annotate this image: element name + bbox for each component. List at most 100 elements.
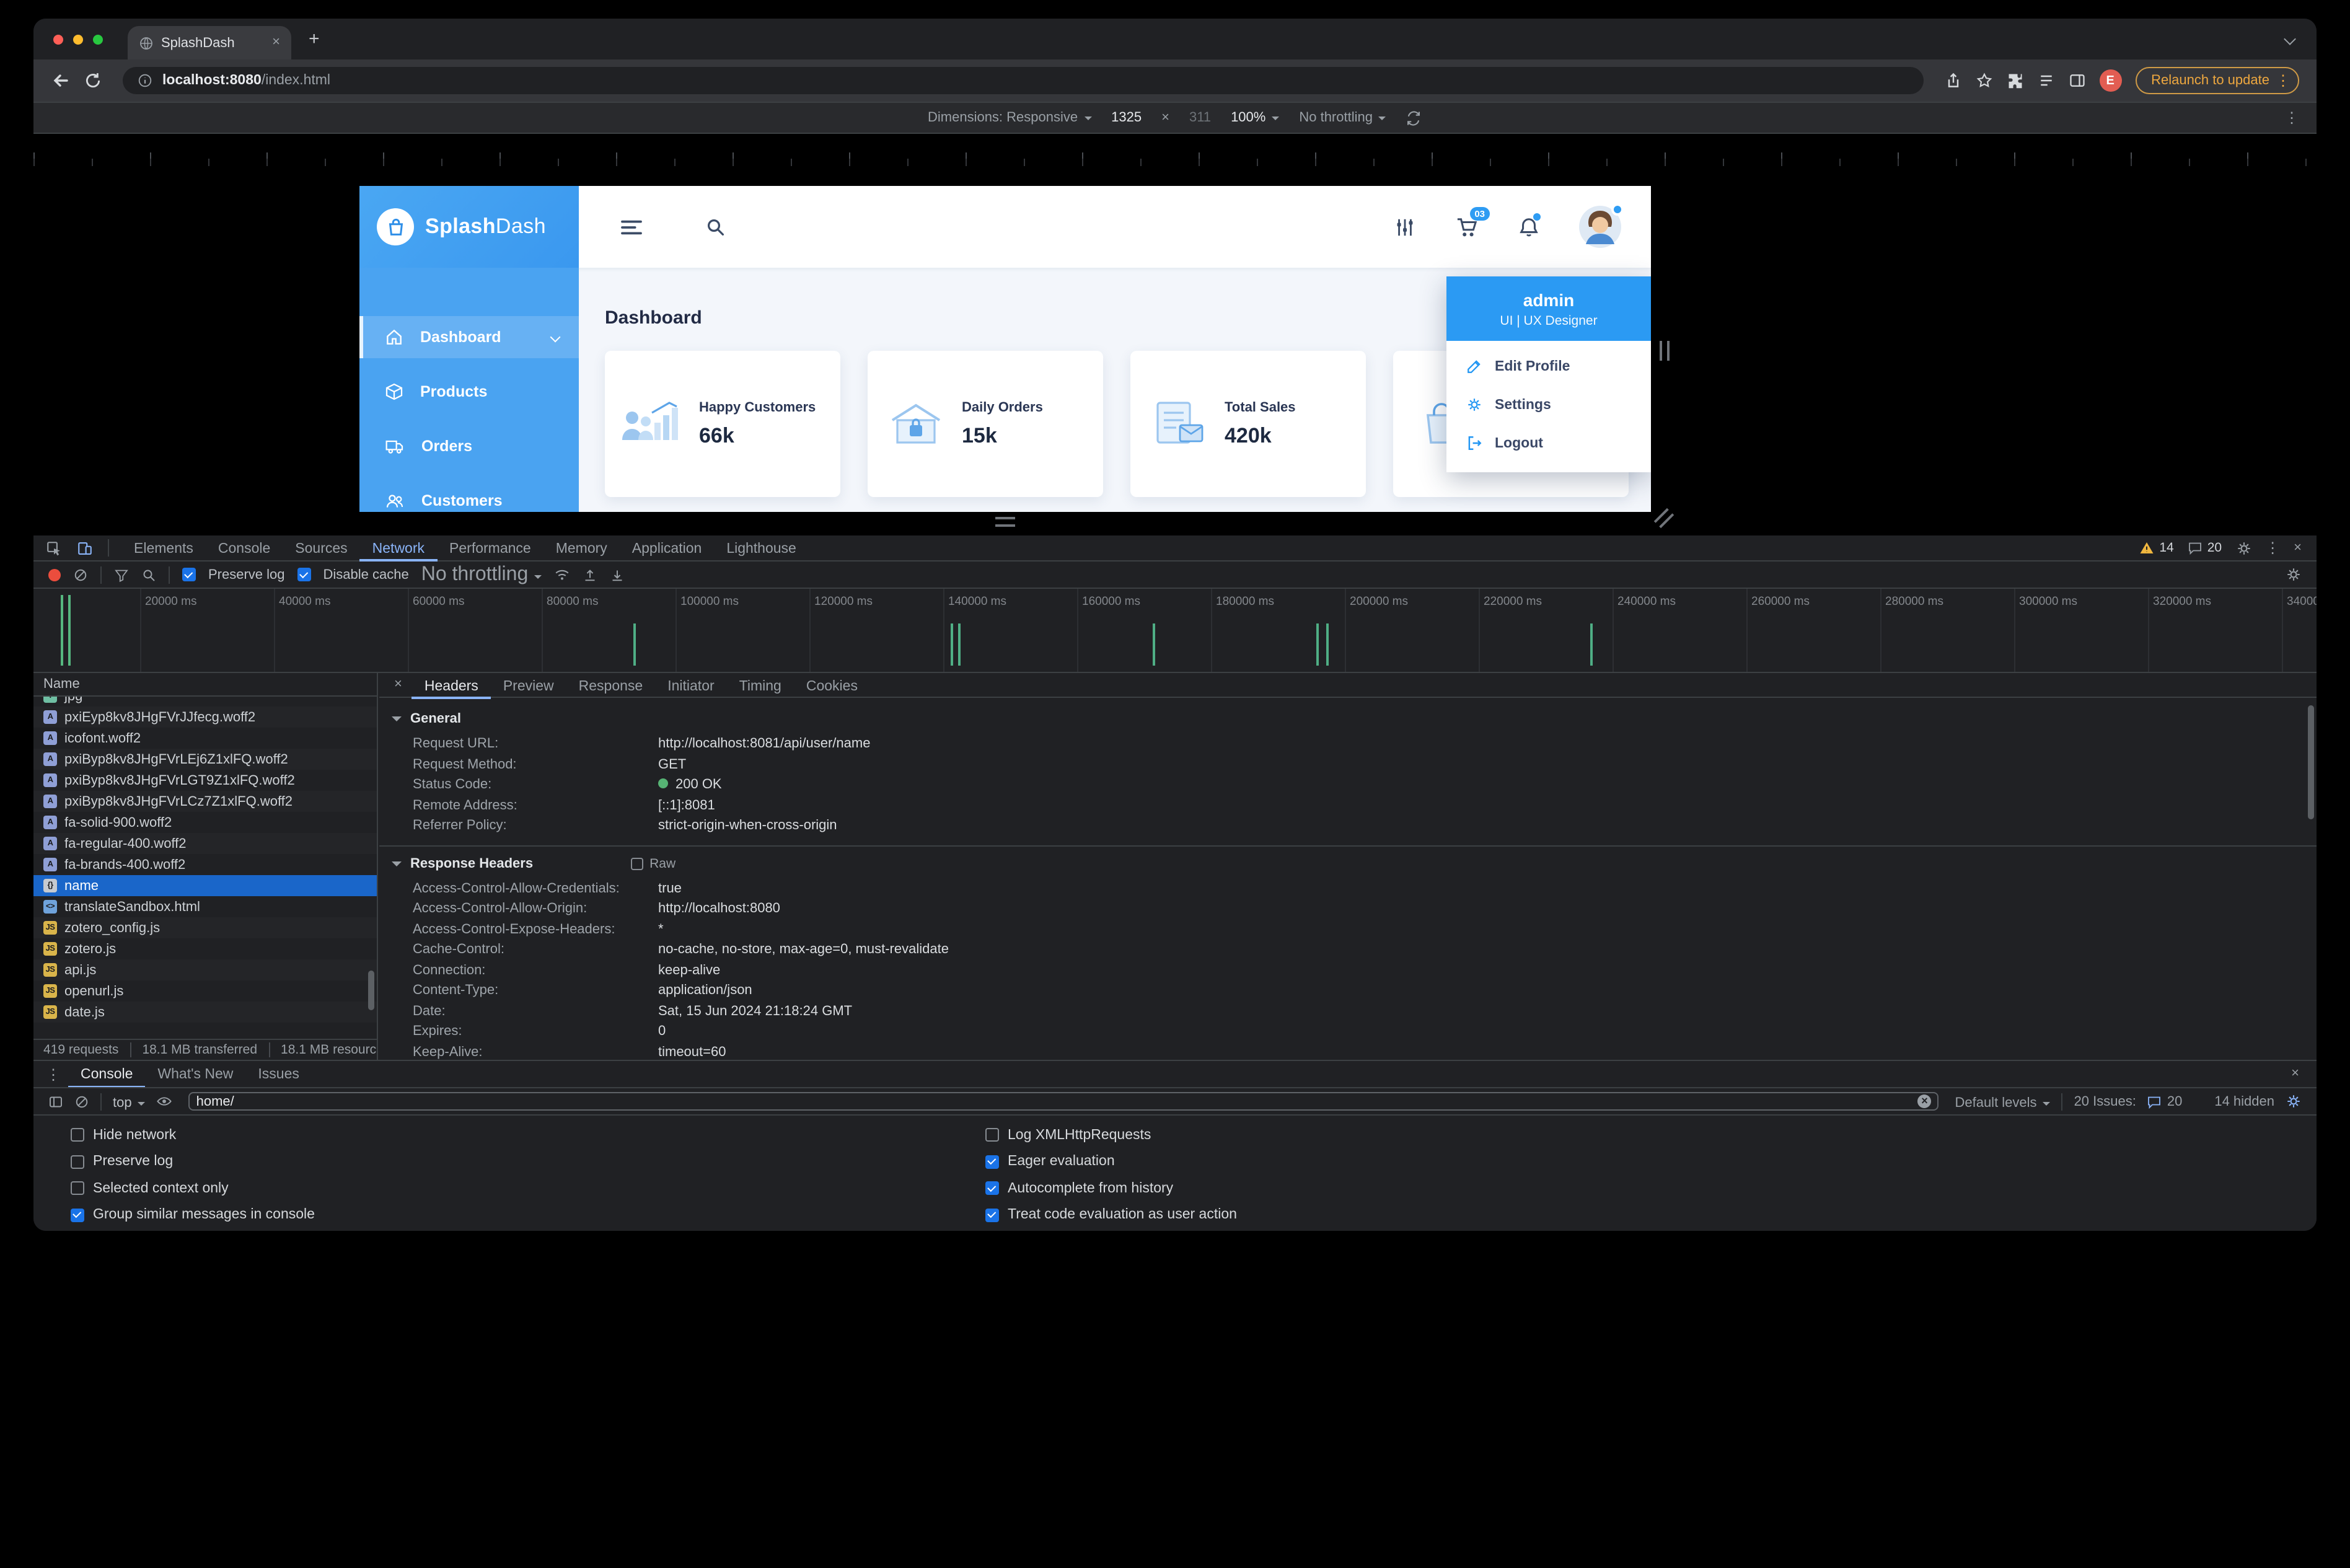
devtools-tab-application[interactable]: Application xyxy=(620,535,715,562)
messages-counter[interactable]: 20 xyxy=(2188,540,2222,555)
tab-close-icon[interactable]: × xyxy=(272,35,280,50)
new-tab-button[interactable]: + xyxy=(309,29,320,50)
preserve-log-label[interactable]: Preserve log xyxy=(208,567,285,582)
hidden-messages-label[interactable]: 14 hidden xyxy=(2214,1094,2274,1109)
reload-button[interactable] xyxy=(84,72,102,89)
checkbox-unchecked[interactable] xyxy=(71,1128,84,1142)
console-filter-input[interactable] xyxy=(196,1094,1918,1109)
browser-tab[interactable]: SplashDash × xyxy=(128,26,291,59)
viewport-width-input[interactable]: 1325 xyxy=(1111,110,1142,125)
address-bar[interactable]: localhost:8080/index.html xyxy=(123,67,1924,94)
viewport-resize-handle-right[interactable] xyxy=(1660,341,1670,361)
network-request-row[interactable]: Afa-regular-400.woff2 xyxy=(33,833,377,854)
console-setting-treat-code-evaluation-as-user-action[interactable]: Treat code evaluation as user action xyxy=(985,1202,1237,1228)
issues-label[interactable]: 20 Issues: xyxy=(2074,1094,2136,1109)
detail-tab-preview[interactable]: Preview xyxy=(491,673,566,699)
devtools-tab-memory[interactable]: Memory xyxy=(543,535,620,562)
devtools-tab-lighthouse[interactable]: Lighthouse xyxy=(714,535,809,562)
network-request-row[interactable]: Afa-solid-900.woff2 xyxy=(33,812,377,833)
viewport-resize-handle-bottom[interactable] xyxy=(995,517,1015,527)
devtools-menu-kebab-icon[interactable]: ⋮ xyxy=(2265,540,2280,555)
network-request-row[interactable]: ApxiByp8kv8JHgFVrLEj6Z1xlFQ.woff2 xyxy=(33,749,377,770)
checkbox-unchecked[interactable] xyxy=(71,1155,84,1169)
preserve-log-checkbox-checked[interactable] xyxy=(182,568,196,581)
general-section-header[interactable]: General xyxy=(379,708,2317,730)
user-menu-item-settings[interactable]: Settings xyxy=(1446,385,1651,424)
app-logo[interactable]: SplashDash xyxy=(359,186,579,268)
menu-hamburger-icon[interactable] xyxy=(620,218,643,236)
export-har-icon[interactable] xyxy=(610,567,625,582)
checkbox-checked[interactable] xyxy=(985,1155,999,1169)
clear-network-log-icon[interactable] xyxy=(73,567,88,582)
browser-menu-kebab-icon[interactable]: ⋮ xyxy=(2276,73,2291,88)
network-settings-gear-icon[interactable] xyxy=(2286,566,2302,583)
filter-funnel-icon[interactable] xyxy=(114,567,129,582)
network-request-row[interactable]: ApxiEyp8kv8JHgFVrJJfecg.woff2 xyxy=(33,707,377,728)
zoom-selector[interactable]: 100% xyxy=(1231,110,1280,125)
disable-cache-label[interactable]: Disable cache xyxy=(323,567,409,582)
record-network-log-button[interactable] xyxy=(48,568,61,581)
user-menu-item-edit-profile[interactable]: Edit Profile xyxy=(1446,347,1651,385)
notifications-bell-icon[interactable] xyxy=(1518,213,1541,237)
site-info-icon[interactable] xyxy=(138,73,152,88)
tab-search-chevron-icon[interactable] xyxy=(2284,33,2296,45)
device-toolbar-menu-kebab-icon[interactable]: ⋮ xyxy=(2284,110,2299,125)
search-icon[interactable] xyxy=(705,217,725,237)
network-request-row[interactable]: JS zotero.js xyxy=(33,938,377,959)
console-setting-log-xmlhttprequests[interactable]: Log XMLHttpRequests xyxy=(985,1122,1237,1148)
viewport-resize-handle-corner[interactable] xyxy=(1653,508,1674,529)
console-tab-issues[interactable]: Issues xyxy=(245,1061,312,1088)
sidebar-item-products[interactable]: Products xyxy=(359,371,579,413)
console-setting-preserve-log[interactable]: Preserve log xyxy=(71,1148,315,1175)
network-throttling-selector[interactable]: No throttling xyxy=(421,563,542,586)
response-headers-section-header[interactable]: Response Headers Raw xyxy=(379,852,2317,874)
devtools-tab-network[interactable]: Network xyxy=(360,535,437,562)
devtools-tab-performance[interactable]: Performance xyxy=(437,535,543,562)
clear-console-icon[interactable] xyxy=(74,1094,89,1109)
devtools-settings-gear-icon[interactable] xyxy=(2235,540,2251,556)
console-tab-what-s-new[interactable]: What's New xyxy=(145,1061,245,1088)
devtools-close-icon[interactable]: × xyxy=(2294,540,2302,555)
detail-scrollbar[interactable] xyxy=(2308,705,2314,819)
sidebar-item-orders[interactable]: Orders xyxy=(359,425,579,467)
user-avatar[interactable] xyxy=(1579,203,1624,248)
window-minimize-button[interactable] xyxy=(73,34,83,44)
detail-tab-response[interactable]: Response xyxy=(566,673,656,699)
checkbox-checked[interactable] xyxy=(985,1208,999,1222)
log-levels-selector[interactable]: Default levels xyxy=(1955,1090,2051,1112)
clear-filter-icon[interactable]: × xyxy=(1917,1095,1932,1108)
network-request-row[interactable]: JS date.js xyxy=(33,1002,377,1023)
drawer-close-icon[interactable]: × xyxy=(2291,1067,2299,1081)
network-overview-timeline[interactable]: 20000 ms 40000 ms 60000 ms 80000 ms 100000 m… xyxy=(33,589,2317,673)
network-request-row[interactable]: JS openurl.js xyxy=(33,980,377,1002)
network-request-row[interactable]: ApxiByp8kv8JHgFVrLCz7Z1xlFQ.woff2 xyxy=(33,791,377,812)
live-expression-eye-icon[interactable] xyxy=(157,1093,173,1109)
window-zoom-button[interactable] xyxy=(93,34,103,44)
rotate-viewport-icon[interactable] xyxy=(1406,110,1422,126)
console-setting-hide-network[interactable]: Hide network xyxy=(71,1122,315,1148)
back-button[interactable] xyxy=(51,71,71,90)
checkbox-checked[interactable] xyxy=(985,1181,999,1196)
bookmark-star-icon[interactable] xyxy=(1975,72,1992,89)
detail-tab-timing[interactable]: Timing xyxy=(727,673,794,699)
console-sidebar-toggle-icon[interactable] xyxy=(48,1094,63,1109)
network-request-row[interactable]: <> translateSandbox.html xyxy=(33,896,377,917)
console-tab-console[interactable]: Console xyxy=(68,1061,145,1088)
cart-icon[interactable]: 03 xyxy=(1455,206,1490,237)
network-request-row[interactable]: Aicofont.woff2 xyxy=(33,728,377,749)
request-list-scrollbar[interactable] xyxy=(368,971,374,1010)
console-setting-selected-context-only[interactable]: Selected context only xyxy=(71,1175,315,1202)
close-detail-icon[interactable]: × xyxy=(394,677,402,692)
checkbox-checked[interactable] xyxy=(71,1208,84,1222)
reading-list-icon[interactable] xyxy=(2037,72,2054,89)
network-request-row[interactable]: Ijpg xyxy=(33,697,377,707)
import-har-icon[interactable] xyxy=(583,567,597,582)
devtools-tab-elements[interactable]: Elements xyxy=(121,535,206,562)
sidebar-item-dashboard[interactable]: Dashboard xyxy=(359,316,579,358)
issues-counter[interactable]: 20 xyxy=(2147,1094,2182,1109)
detail-tab-headers[interactable]: Headers xyxy=(412,673,491,699)
extensions-puzzle-icon[interactable] xyxy=(2006,72,2023,89)
devtools-tab-sources[interactable]: Sources xyxy=(283,535,359,562)
devtools-tab-console[interactable]: Console xyxy=(206,535,283,562)
console-setting-group-similar-messages-in-console[interactable]: Group similar messages in console xyxy=(71,1202,315,1228)
